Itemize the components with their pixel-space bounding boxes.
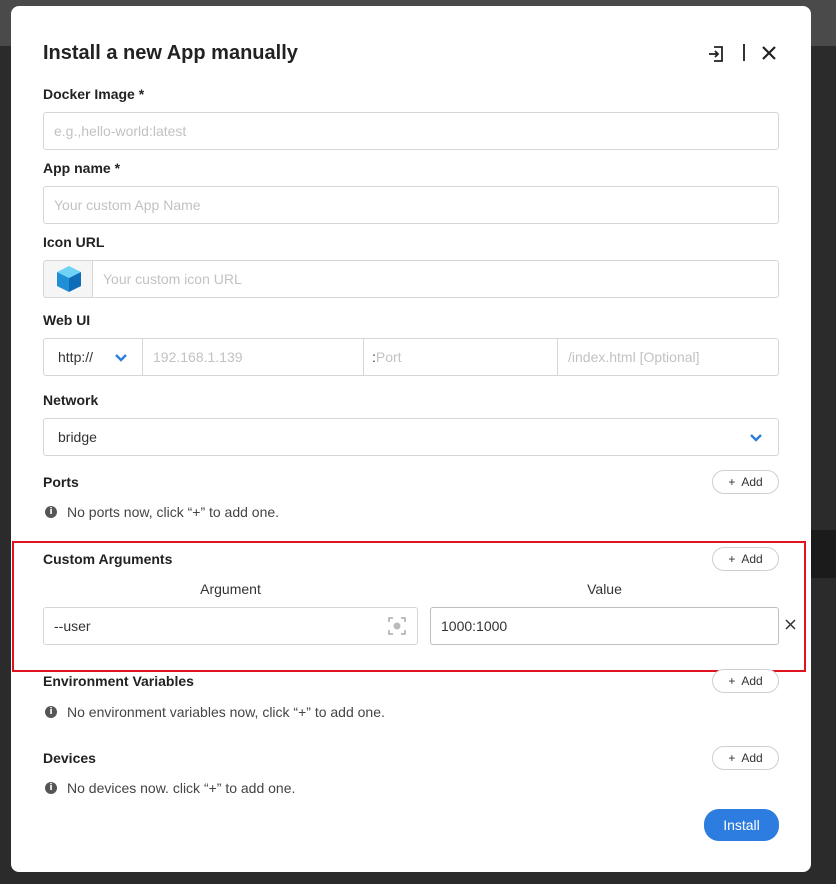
web-ui-path-input[interactable] xyxy=(557,338,779,376)
docker-image-input[interactable] xyxy=(43,112,779,150)
add-argument-label: Add xyxy=(741,552,763,566)
argument-input[interactable] xyxy=(43,607,418,645)
env-vars-label: Environment Variables xyxy=(43,673,194,689)
protocol-select[interactable]: http:// xyxy=(43,338,143,376)
info-icon: i xyxy=(45,506,57,518)
custom-arguments-label: Custom Arguments xyxy=(43,551,173,567)
app-name-input[interactable] xyxy=(43,186,779,224)
add-device-button[interactable]: + Add xyxy=(712,746,779,770)
env-vars-empty-message: i No environment variables now, click “+… xyxy=(45,704,385,720)
chevron-down-icon xyxy=(750,434,762,442)
app-name-label: App name * xyxy=(43,160,121,176)
cube-icon xyxy=(56,266,81,292)
devices-empty-text: No devices now. click “+” to add one. xyxy=(67,780,296,796)
network-select[interactable]: bridge xyxy=(43,418,779,456)
argument-column-header: Argument xyxy=(200,581,261,597)
header-divider xyxy=(743,44,745,61)
protocol-value: http:// xyxy=(58,349,94,365)
backdrop-side xyxy=(811,530,836,578)
install-app-dialog: Install a new App manually Docker Image … xyxy=(11,6,811,872)
env-vars-empty-text: No environment variables now, click “+” … xyxy=(67,704,385,720)
docker-image-label: Docker Image * xyxy=(43,86,145,102)
add-argument-button[interactable]: + Add xyxy=(712,547,779,571)
network-label: Network xyxy=(43,392,99,408)
icon-url-label: Icon URL xyxy=(43,234,105,250)
argument-value-input[interactable] xyxy=(430,607,779,645)
dialog-title: Install a new App manually xyxy=(43,42,298,64)
remove-argument-icon[interactable] xyxy=(782,616,798,632)
ports-empty-message: i No ports now, click “+” to add one. xyxy=(45,504,279,520)
add-env-var-label: Add xyxy=(741,674,763,688)
import-icon[interactable] xyxy=(706,44,726,64)
add-port-button[interactable]: + Add xyxy=(712,470,779,494)
value-column-header: Value xyxy=(587,581,622,597)
add-device-label: Add xyxy=(741,751,763,765)
install-button[interactable]: Install xyxy=(704,809,779,841)
icon-url-input[interactable] xyxy=(92,260,779,298)
plus-icon: + xyxy=(728,552,736,566)
add-env-var-button[interactable]: + Add xyxy=(712,669,779,693)
devices-label: Devices xyxy=(43,750,96,766)
add-port-label: Add xyxy=(741,475,763,489)
scan-icon[interactable] xyxy=(387,616,407,636)
port-placeholder: Port xyxy=(375,349,402,365)
network-value: bridge xyxy=(58,429,97,445)
info-icon: i xyxy=(45,782,57,794)
web-ui-host-input[interactable] xyxy=(142,338,364,376)
app-icon-preview[interactable] xyxy=(43,260,93,298)
ports-empty-text: No ports now, click “+” to add one. xyxy=(67,504,280,520)
plus-icon: + xyxy=(728,751,736,765)
plus-icon: + xyxy=(728,475,736,489)
plus-icon: + xyxy=(728,674,736,688)
web-ui-port-field[interactable]: : Port xyxy=(363,338,558,376)
devices-empty-message: i No devices now. click “+” to add one. xyxy=(45,780,295,796)
chevron-down-icon xyxy=(115,354,127,362)
web-ui-label: Web UI xyxy=(43,312,91,328)
info-icon: i xyxy=(45,706,57,718)
close-icon[interactable] xyxy=(759,43,779,63)
ports-label: Ports xyxy=(43,474,79,490)
